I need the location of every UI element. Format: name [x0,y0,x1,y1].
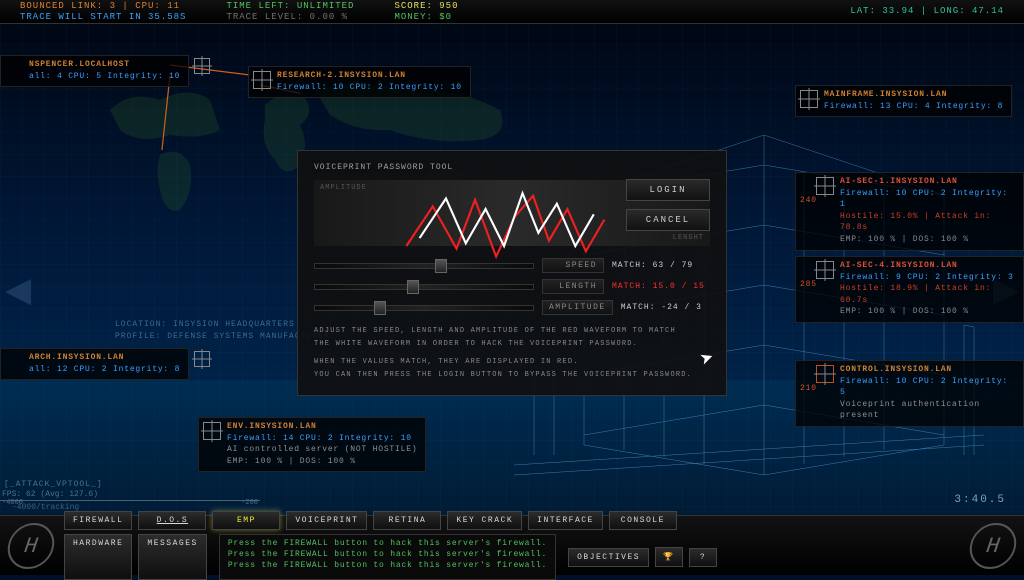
node-title: ai-sec-4.insysion.lan [840,260,1015,272]
bottom-bar: 3:40.5 H H FirewallD.O.SEMPVoiceprintRet… [0,515,1024,575]
side-count: 210 [800,383,817,395]
nav-left-arrow[interactable]: ◀ [5,270,31,312]
dialog-title: Voiceprint password tool [314,163,710,172]
node-hostile: Hostile: 15.0% | Attack in: 78.8s [840,211,1015,234]
slider-length[interactable]: length Match: 15.0 / 15 [314,279,710,294]
node-stats: Firewall: 10 CPU: 2 Integrity: 1 [840,188,1015,211]
node-stats: Firewall: 10 CPU: 2 Integrity: 5 [840,376,1015,399]
node-title: mainframe.insysion.lan [824,89,1003,101]
reticle-icon [816,261,834,279]
node-title: nspencer.localhost [29,59,180,71]
reticle-icon [203,422,221,440]
node-title: ai-sec-1.insysion.lan [840,176,1015,188]
reticle-icon [194,351,210,367]
node-env[interactable]: env.insysion.lan Firewall: 14 CPU: 2 Int… [198,417,426,472]
logo-left: H [5,523,57,569]
reticle-icon [800,90,818,108]
node-stats: Firewall: 14 CPU: 2 Integrity: 10 [227,433,417,445]
attack-label: [_ATTACK_VPTOOL_] [4,480,103,489]
tool-emp[interactable]: EMP [212,511,280,530]
stat-tracelvl: Trace level: 0.00 % [226,12,354,23]
node-spencer[interactable]: nspencer.localhost all: 4 CPU: 5 Integri… [0,55,189,87]
slider-track[interactable] [314,284,534,290]
info-line: When the values match, they are displaye… [314,356,710,369]
slider-match: Match: -24 / 3 [621,303,710,312]
tool-dos[interactable]: D.O.S [138,511,206,530]
mission-timer: 3:40.5 [954,494,1006,506]
node-arch[interactable]: arch.insysion.lan all: 12 CPU: 2 Integri… [0,348,189,380]
message-line: Press the FIREWALL button to hack this s… [228,560,547,571]
trophy-button[interactable]: 🏆 [655,547,683,567]
node-aisec1[interactable]: 240 ai-sec-1.insysion.lan Firewall: 10 C… [795,172,1024,251]
tool-keycrack[interactable]: Key Crack [447,511,522,530]
message-line: Press the FIREWALL button to hack this s… [228,538,547,549]
tool-interface[interactable]: Interface [528,511,603,530]
fps-label: FPS: 62 (Avg: 127.6) [2,490,98,499]
node-title: research-2.insysion.lan [277,70,462,82]
stat-latlong: Lat: 33.94 | Long: 47.14 [850,6,1004,17]
node-emp: EMP: 100 % | DOS: 100 % [227,456,417,468]
node-aisec4[interactable]: 285 ai-sec-4.insysion.lan Firewall: 9 CP… [795,256,1024,323]
login-button[interactable]: LOGIN [626,179,710,201]
node-research[interactable]: research-2.insysion.lan Firewall: 10 CPU… [248,66,471,98]
top-status-bar: Bounced link: 3 | CPU: 11Trace will star… [0,0,1024,24]
node-stats: all: 4 CPU: 5 Integrity: 10 [29,71,180,83]
stat-timeleft: Time left: unlimited [226,1,354,12]
node-emp: EMP: 100 % | DOS: 100 % [840,306,1015,318]
node-stats: Firewall: 9 CPU: 2 Integrity: 3 [840,272,1015,284]
stat-money: Money: $0 [394,12,458,23]
tool-voiceprint[interactable]: Voiceprint [286,511,367,530]
cancel-button[interactable]: CANCEL [626,209,710,231]
stat-score: Score: 950 [394,1,458,12]
reticle-icon [253,71,271,89]
node-stats: Firewall: 10 CPU: 2 Integrity: 10 [277,82,462,94]
stat-bounced: Bounced link: 3 | CPU: 11 [20,1,186,12]
reticle-icon [194,58,210,74]
slider-track[interactable] [314,305,534,311]
slider-track[interactable] [314,263,534,269]
node-stats: Firewall: 13 CPU: 4 Integrity: 8 [824,101,1003,113]
message-panel: Press the FIREWALL button to hack this s… [219,534,556,580]
node-title: env.insysion.lan [227,421,417,433]
objectives-button[interactable]: Objectives [568,548,649,567]
tool-console[interactable]: Console [609,511,677,530]
tool-retina[interactable]: Retina [373,511,441,530]
help-button[interactable]: ? [689,548,717,567]
tool-firewall[interactable]: Firewall [64,511,132,530]
stat-trace-warn: Trace will start in 35.58s [20,12,186,23]
slider-label: length [542,279,604,294]
node-title: arch.insysion.lan [29,352,180,364]
node-title: control.insysion.lan [840,364,1015,376]
voiceprint-dialog: Voiceprint password tool Amplitude Lengh… [297,150,727,396]
slider-handle[interactable] [374,301,386,315]
side-count: 240 [800,195,817,207]
message-line: Press the FIREWALL button to hack this s… [228,549,547,560]
node-ai: AI controlled server (NOT HOSTILE) [227,444,417,456]
slider-amplitude[interactable]: amplitude Match: -24 / 3 [314,300,710,315]
node-hostile: Hostile: 18.9% | Attack in: 60.7s [840,283,1015,306]
logo-right: H [967,523,1019,569]
node-stats: all: 12 CPU: 2 Integrity: 8 [29,364,180,376]
tool-hardware[interactable]: Hardware [64,534,132,580]
side-count: 285 [800,279,817,291]
info-line: adjust the speed, length and amplitude o… [314,325,710,338]
slider-label: amplitude [542,300,613,315]
tool-messages[interactable]: Messages [138,534,206,580]
slider-handle[interactable] [407,280,419,294]
node-mainframe[interactable]: mainframe.insysion.lan Firewall: 13 CPU:… [795,85,1012,117]
info-line: You can then press the login button to b… [314,369,710,382]
reticle-icon [816,365,834,383]
node-auth: Voiceprint authentication present [840,399,1015,422]
node-emp: EMP: 100 % | DOS: 100 % [840,234,1015,246]
reticle-icon [816,177,834,195]
slider-match: Match: 15.0 / 15 [612,282,710,291]
info-line: the white waveform in order to hack the … [314,338,710,351]
node-control[interactable]: 210 control.insysion.lan Firewall: 10 CP… [795,360,1024,427]
slider-handle[interactable] [435,259,447,273]
